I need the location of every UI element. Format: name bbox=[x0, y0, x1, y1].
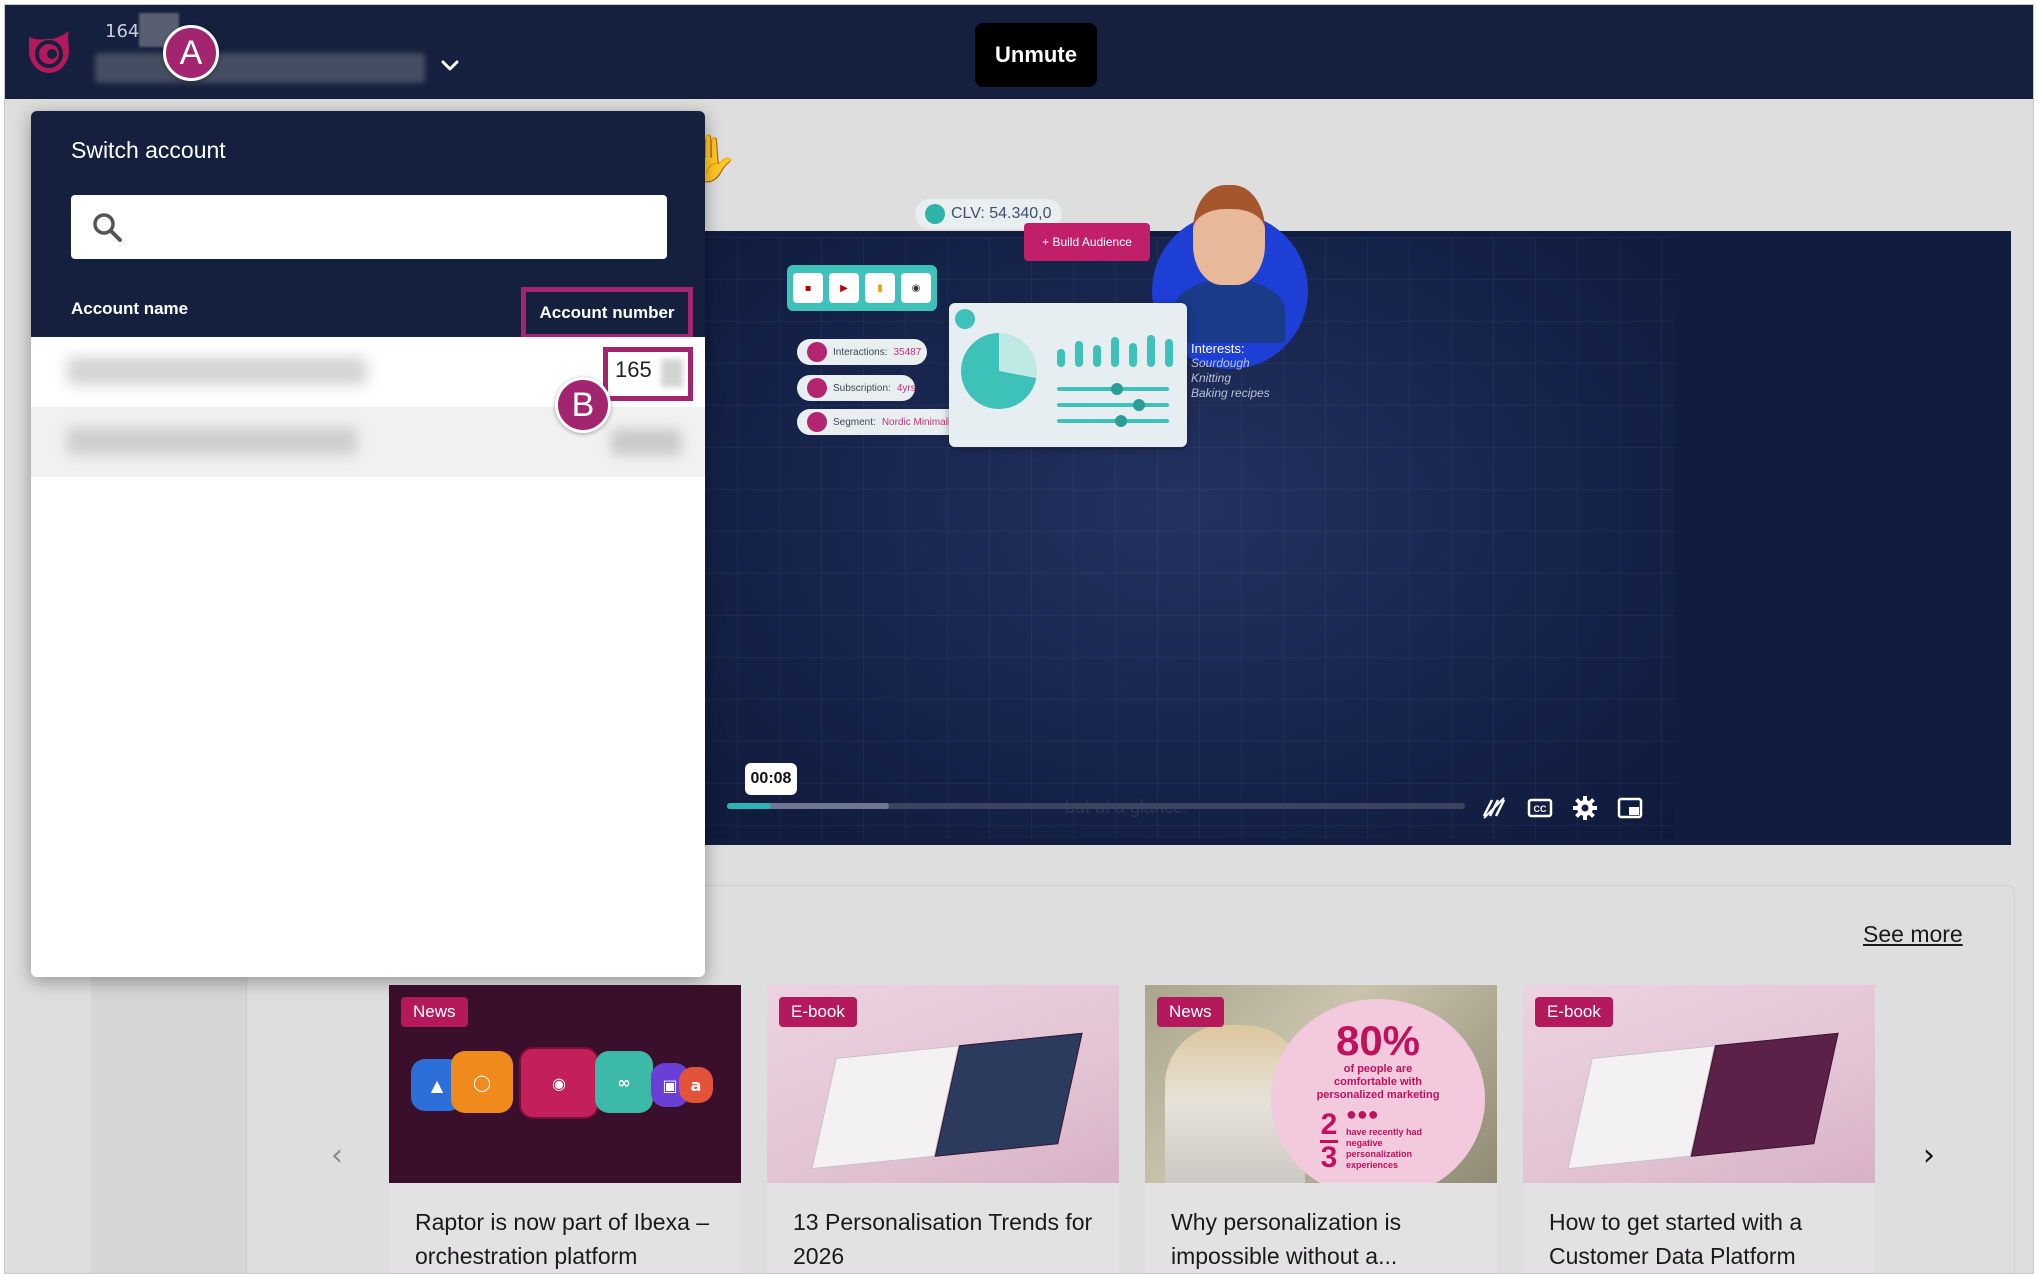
analytics-app-icon: ▮ bbox=[865, 273, 895, 303]
app-tile-icon: ◯ bbox=[451, 1051, 513, 1113]
youtube-app-icon: ▶ bbox=[829, 273, 859, 303]
interest-item: Sourdough bbox=[1191, 356, 1250, 370]
pie-graphic bbox=[961, 333, 1037, 409]
content-card[interactable]: 80% of people are comfortable with perso… bbox=[1145, 985, 1497, 1273]
stat-fraction-bottom: 3 bbox=[1320, 1141, 1338, 1174]
side-strip bbox=[91, 977, 247, 1273]
column-header-account-name[interactable]: Account name bbox=[71, 299, 188, 319]
switch-account-title: Switch account bbox=[71, 137, 226, 163]
search-icon bbox=[91, 211, 123, 243]
interactions-pill: Interactions: 35487 bbox=[797, 339, 927, 365]
card-title[interactable]: How to get started with a Customer Data … bbox=[1549, 1205, 1859, 1273]
content-card[interactable]: ▲ ◯ ◉ ∞ ▣ a News Raptor is now part of I… bbox=[389, 985, 741, 1273]
interactions-label: Interactions: bbox=[833, 346, 888, 358]
picture-in-picture-icon[interactable] bbox=[1613, 791, 1647, 825]
settings-gear-icon[interactable] bbox=[1568, 791, 1602, 825]
app-tile-icon: a bbox=[679, 1067, 713, 1103]
ebook-illustration bbox=[1567, 1032, 1839, 1170]
closed-captions-icon[interactable]: CC bbox=[1523, 791, 1557, 825]
video-progress-fill bbox=[727, 803, 772, 809]
persona-avatar bbox=[1193, 185, 1265, 285]
subscription-label: Subscription: bbox=[833, 382, 891, 394]
slider-graphic bbox=[1057, 383, 1169, 395]
user-icon bbox=[925, 204, 945, 224]
persona-body bbox=[1173, 279, 1285, 343]
content-card[interactable]: E-book 13 Personalisation Trends for 202… bbox=[767, 985, 1119, 1273]
segment-value: Nordic Minimalist bbox=[881, 416, 958, 428]
owl-logo-icon[interactable] bbox=[23, 27, 75, 79]
stat-circle: 80% of people are comfortable with perso… bbox=[1271, 999, 1485, 1183]
annotation-marker-a: A bbox=[163, 25, 219, 81]
camera-icon bbox=[955, 309, 975, 329]
owl-app-icon: ◉ bbox=[901, 273, 931, 303]
column-header-account-number[interactable]: Account number bbox=[521, 287, 693, 339]
chevron-down-icon[interactable] bbox=[437, 53, 463, 79]
card-badge: E-book bbox=[779, 997, 857, 1027]
interactions-value: 35487 bbox=[893, 346, 922, 358]
account-number-cell: 165 bbox=[615, 357, 652, 382]
redacted-account-number bbox=[661, 359, 683, 387]
owl-app-tile-icon: ◉ bbox=[519, 1047, 599, 1119]
segment-icon bbox=[807, 412, 827, 432]
slider-graphic bbox=[1057, 415, 1169, 427]
card-badge: News bbox=[401, 997, 468, 1027]
clv-label: CLV: 54.340,0 bbox=[951, 205, 1052, 222]
stat-caption: of people are comfortable with personali… bbox=[1316, 1063, 1440, 1101]
stat-fraction-note: have recently had negative personalizati… bbox=[1346, 1126, 1423, 1170]
unmute-button[interactable]: Unmute bbox=[975, 23, 1097, 87]
audio-description-icon[interactable] bbox=[1477, 791, 1511, 825]
segment-pill: Segment: Nordic Minimalist bbox=[797, 409, 958, 435]
redacted-account-name bbox=[67, 357, 367, 385]
slider-graphic bbox=[1057, 399, 1169, 411]
interest-item: Knitting bbox=[1191, 371, 1232, 385]
stat-fraction-top: 2 bbox=[1320, 1108, 1338, 1141]
current-account-number[interactable]: 164 bbox=[105, 21, 139, 42]
account-search-input[interactable] bbox=[71, 195, 667, 259]
interest-item: Baking recipes bbox=[1191, 386, 1270, 400]
chevron-right-icon[interactable]: › bbox=[1909, 1135, 1949, 1175]
card-title[interactable]: Raptor is now part of Ibexa – orchestrat… bbox=[415, 1205, 725, 1273]
people-icon: ●●● bbox=[1346, 1103, 1379, 1124]
card-title[interactable]: Why personalization is impossible withou… bbox=[1171, 1205, 1481, 1273]
card-title[interactable]: 13 Personalisation Trends for 2026 bbox=[793, 1205, 1103, 1273]
subscription-icon bbox=[807, 378, 827, 398]
browser-frame: 164 A ✋ Unmute CLV: 54.340,0 + Build Aud… bbox=[4, 4, 2034, 1274]
redacted-account-name[interactable] bbox=[95, 53, 425, 83]
segment-label: Segment: bbox=[833, 416, 876, 428]
switch-account-panel: Switch account Account name Account numb… bbox=[31, 111, 705, 977]
interactions-icon bbox=[807, 342, 827, 362]
switch-account-header: Switch account Account name Account numb… bbox=[31, 111, 705, 339]
card-badge: E-book bbox=[1535, 997, 1613, 1027]
stat-percentage: 80% bbox=[1335, 1017, 1421, 1064]
subscription-value: 4yrs bbox=[896, 382, 916, 394]
interests-box: Interests: Sourdough Knitting Baking rec… bbox=[1191, 341, 1270, 401]
ebook-illustration bbox=[811, 1032, 1083, 1170]
redacted-account-name bbox=[67, 427, 357, 455]
annotation-marker-b: B bbox=[555, 377, 611, 433]
video-time-tooltip: 00:08 bbox=[745, 763, 797, 795]
svg-text:CC: CC bbox=[1534, 804, 1547, 814]
content-card[interactable]: E-book How to get started with a Custome… bbox=[1523, 985, 1875, 1273]
redacted-account-number bbox=[611, 429, 681, 455]
ibexa-app-icon: ▪ bbox=[793, 273, 823, 303]
app-integrations-strip: ▪ ▶ ▮ ◉ bbox=[787, 265, 937, 311]
dashboard-card bbox=[949, 303, 1187, 447]
bar-graphic bbox=[1057, 333, 1173, 367]
card-badge: News bbox=[1157, 997, 1224, 1027]
build-audience-button: + Build Audience bbox=[1024, 223, 1150, 261]
see-more-link[interactable]: See more bbox=[1863, 921, 1963, 948]
video-progress-bar[interactable] bbox=[727, 803, 1465, 809]
app-tile-icon: ∞ bbox=[595, 1051, 653, 1113]
chevron-left-icon[interactable]: ‹ bbox=[317, 1135, 357, 1175]
interests-title: Interests: bbox=[1191, 341, 1245, 356]
subscription-pill: Subscription: 4yrs bbox=[797, 375, 916, 401]
